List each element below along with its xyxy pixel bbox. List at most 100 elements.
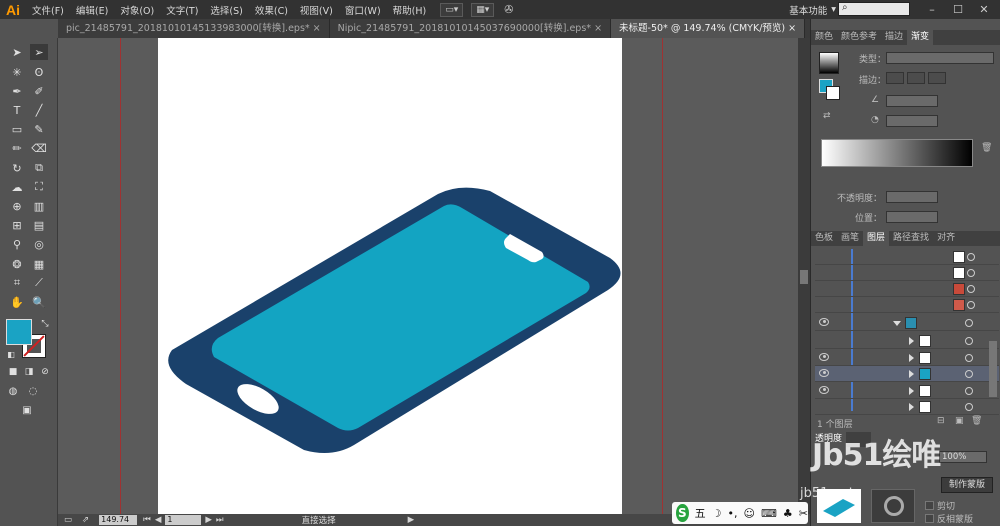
warp-tool-icon[interactable]: ☁ xyxy=(8,179,26,195)
tab-color-guide[interactable]: 颜色参考 xyxy=(837,30,881,45)
type-tool-icon[interactable]: T xyxy=(8,102,26,118)
tab-layers[interactable]: 图层 xyxy=(863,231,890,246)
tab-stroke[interactable]: 描边 xyxy=(881,30,907,45)
target-icon[interactable] xyxy=(965,403,973,411)
tab-document-3[interactable]: 未标题-50* @ 149.74% (CMYK/预览) × xyxy=(611,19,806,38)
menu-view[interactable]: 视图(V) xyxy=(294,3,339,17)
emoji-icon[interactable]: ☺ xyxy=(744,507,755,520)
rectangle-tool-icon[interactable]: ▭ xyxy=(8,121,26,137)
close-icon[interactable]: × xyxy=(788,23,796,34)
paintbrush-icon[interactable]: ✎ xyxy=(30,121,48,137)
layer-row[interactable] xyxy=(815,249,999,265)
export-icon[interactable]: ⇗ xyxy=(82,515,89,525)
swap-fill-stroke-icon[interactable]: ⤡ xyxy=(36,316,54,332)
invert-mask-checkbox[interactable] xyxy=(925,514,934,523)
menu-effect[interactable]: 效果(C) xyxy=(249,3,294,17)
eye-icon[interactable] xyxy=(819,369,829,377)
target-icon[interactable] xyxy=(965,319,973,327)
stroke-option-3[interactable] xyxy=(928,72,946,84)
scale-tool-icon[interactable]: ⧉ xyxy=(30,160,48,176)
expand-icon[interactable] xyxy=(909,337,914,345)
draw-normal-icon[interactable]: ◍ xyxy=(4,383,22,399)
eye-icon[interactable] xyxy=(819,386,829,394)
layer-row[interactable] xyxy=(815,333,999,349)
prev-artboard-icon[interactable]: ◀ xyxy=(155,515,162,525)
status-menu-icon[interactable]: ▶ xyxy=(408,515,415,525)
target-icon[interactable] xyxy=(965,337,973,345)
first-artboard-icon[interactable]: ⏮ xyxy=(143,515,151,525)
next-artboard-icon[interactable]: ▶ xyxy=(205,515,212,525)
layer-row[interactable] xyxy=(815,350,999,366)
maximize-button[interactable]: ☐ xyxy=(946,0,970,19)
lasso-icon[interactable]: ʘ xyxy=(30,64,48,80)
artboard-tool-icon[interactable]: ⌗ xyxy=(8,275,26,291)
clip-checkbox[interactable] xyxy=(925,501,934,510)
position-field[interactable] xyxy=(886,211,938,223)
menu-edit[interactable]: 编辑(E) xyxy=(70,3,114,17)
tab-align[interactable]: 对齐 xyxy=(933,231,959,246)
moon-icon[interactable]: ☽ xyxy=(712,507,722,520)
keyboard-icon[interactable]: ⌨ xyxy=(761,507,777,520)
eyedropper-icon[interactable]: ⚲ xyxy=(8,236,26,252)
layer-row[interactable] xyxy=(815,399,999,415)
gradient-tool-icon[interactable]: ▤ xyxy=(30,217,48,233)
make-mask-button[interactable]: 制作蒙版 xyxy=(941,477,993,493)
tab-color[interactable]: 颜色 xyxy=(811,30,837,45)
gradient-slider[interactable] xyxy=(821,139,973,167)
arrange-documents-button[interactable]: ▦▾ xyxy=(471,2,495,17)
layer-row[interactable] xyxy=(815,281,999,297)
eraser-icon[interactable]: ⌫ xyxy=(30,140,48,156)
pen-tool-icon[interactable]: ✒ xyxy=(8,83,26,99)
expand-icon[interactable] xyxy=(909,354,914,362)
gpu-icon[interactable]: ✇ xyxy=(504,3,513,16)
gradient-stroke-swatch[interactable] xyxy=(826,86,840,100)
screen-mode-icon[interactable]: ▣ xyxy=(18,402,36,418)
fill-swatch[interactable] xyxy=(6,319,32,345)
stroke-option-1[interactable] xyxy=(886,72,904,84)
column-graph-icon[interactable]: ▦ xyxy=(30,256,48,272)
skin-icon[interactable]: ♣ xyxy=(783,507,793,520)
mesh-tool-icon[interactable]: ⊞ xyxy=(8,217,26,233)
scrollbar-thumb[interactable] xyxy=(800,270,808,284)
zoom-field[interactable]: 149.74 xyxy=(99,515,138,525)
tab-brushes[interactable]: 画笔 xyxy=(837,231,863,246)
menu-window[interactable]: 窗口(W) xyxy=(339,3,387,17)
delete-layer-icon[interactable]: 🗑 xyxy=(971,416,982,426)
gradient-type-select[interactable] xyxy=(886,52,994,64)
symbol-sprayer-icon[interactable]: ❂ xyxy=(8,256,26,272)
blend-tool-icon[interactable]: ◎ xyxy=(30,236,48,252)
opacity-percent-field[interactable]: 100% xyxy=(939,451,987,463)
ime-toolbar[interactable]: S 五 ☽ •, ☺ ⌨ ♣ ✂ xyxy=(672,502,808,524)
target-icon[interactable] xyxy=(965,387,973,395)
punctuation-icon[interactable]: •, xyxy=(728,507,738,520)
minimize-button[interactable]: – xyxy=(920,0,944,19)
menu-object[interactable]: 对象(O) xyxy=(114,3,160,17)
search-input[interactable]: ⌕ xyxy=(838,2,910,16)
phone-illustration[interactable] xyxy=(58,38,798,514)
new-layer-icon[interactable]: ▣ xyxy=(955,416,964,426)
free-transform-icon[interactable]: ⛶ xyxy=(30,179,48,195)
close-icon[interactable]: × xyxy=(313,23,321,34)
menu-type[interactable]: 文字(T) xyxy=(160,3,204,17)
delete-stop-icon[interactable]: 🗑 xyxy=(981,143,992,153)
workspace-switcher[interactable]: 基本功能 ▾ xyxy=(789,0,836,19)
tab-document-1[interactable]: pic_21485791_20181010145133983000[转换].ep… xyxy=(58,19,330,38)
shape-builder-icon[interactable]: ⊕ xyxy=(8,198,26,214)
reverse-gradient-icon[interactable]: ⇄ xyxy=(823,111,831,121)
eye-icon[interactable] xyxy=(819,318,829,326)
tab-gradient[interactable]: 渐变 xyxy=(907,30,934,45)
tools-icon[interactable]: ✂ xyxy=(799,507,808,520)
tab-swatches[interactable]: 色板 xyxy=(811,231,837,246)
canvas[interactable] xyxy=(58,38,798,514)
slice-tool-icon[interactable]: ⟋ xyxy=(30,275,48,291)
expand-icon[interactable] xyxy=(909,370,914,378)
magic-wand-icon[interactable]: ✳ xyxy=(8,64,26,80)
eye-icon[interactable] xyxy=(819,353,829,361)
menu-select[interactable]: 选择(S) xyxy=(204,3,248,17)
layer-row[interactable] xyxy=(815,297,999,313)
menu-help[interactable]: 帮助(H) xyxy=(387,3,433,17)
stroke-option-2[interactable] xyxy=(907,72,925,84)
new-sublayer-icon[interactable]: ⊟ xyxy=(937,416,945,426)
artboard-number-field[interactable]: 1 xyxy=(165,515,202,525)
angle-field[interactable] xyxy=(886,95,938,107)
